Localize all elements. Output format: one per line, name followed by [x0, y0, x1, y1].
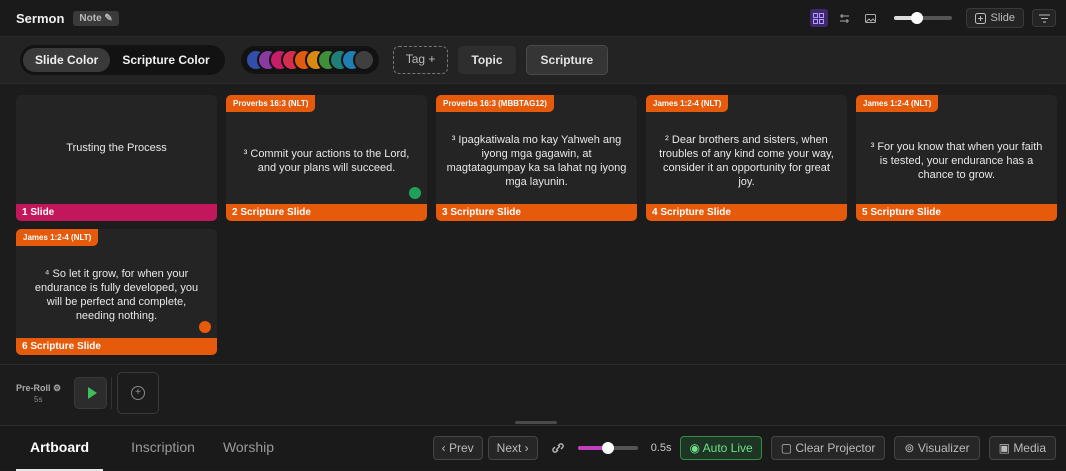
color-toolbar: Slide Color Scripture Color Tag + Topic … — [0, 37, 1066, 84]
slide-card[interactable]: Trusting the Process 1 Slide — [16, 95, 217, 221]
visualizer-button[interactable]: ⊚ Visualizer — [894, 436, 980, 460]
slide-text: Trusting the Process — [66, 142, 167, 154]
page-title: Sermon — [16, 10, 65, 26]
auto-live-label: Auto Live — [702, 441, 753, 455]
clear-projector-button[interactable]: ▢ Clear Projector — [770, 436, 886, 460]
slide-text: ³ Ipagkatiwala mo kay Yahweh ang iyong m… — [446, 134, 627, 188]
scripture-reference: James 1:2-4 (NLT) — [646, 95, 729, 112]
add-slide-button[interactable]: Slide — [965, 8, 1024, 28]
slide-text: ² Dear brothers and sisters, when troubl… — [659, 134, 834, 188]
resize-handle[interactable] — [515, 421, 557, 424]
note-badge[interactable]: Note ✎ — [73, 10, 119, 26]
top-bar: Sermon Note ✎ Slide — [0, 0, 1066, 37]
zoom-slider-knob[interactable] — [910, 12, 923, 24]
slide-color-tab[interactable]: Slide Color — [23, 48, 111, 72]
divider — [111, 377, 112, 409]
tab-artboard[interactable]: Artboard — [16, 426, 104, 471]
auto-live-button[interactable]: ◉ Auto Live — [680, 436, 762, 460]
topic-button[interactable]: Topic — [458, 46, 516, 74]
scripture-reference: James 1:2-4 (NLT) — [856, 95, 939, 112]
color-mode-toggle: Slide Color Scripture Color — [20, 45, 225, 75]
next-button[interactable]: Next › — [487, 436, 538, 460]
bottom-controls: ‹ Prev Next › 0.5s ◉ Auto Live ▢ Clear P… — [432, 436, 1066, 460]
media-label: Media — [1013, 441, 1046, 455]
visualizer-label: Visualizer — [917, 441, 970, 455]
prev-button[interactable]: ‹ Prev — [432, 436, 483, 460]
transition-speed-slider[interactable] — [577, 442, 638, 454]
slide-text: ⁴ So let it grow, for when your enduranc… — [34, 268, 199, 322]
slide-label: 3 Scripture Slide — [436, 204, 637, 221]
play-button[interactable] — [74, 377, 107, 409]
square-icon: ▢ — [780, 441, 793, 455]
scripture-color-tab[interactable]: Scripture Color — [110, 48, 221, 72]
play-icon — [87, 387, 97, 399]
status-dot — [199, 321, 211, 333]
slide-card[interactable]: James 1:2-4 (NLT) ⁴ So let it grow, for w… — [16, 229, 217, 355]
slide-card[interactable]: James 1:2-4 (NLT) ³ For you know that whe… — [856, 95, 1057, 221]
color-swatch[interactable] — [352, 49, 375, 71]
scripture-reference: Proverbs 16:3 (NLT) — [226, 95, 316, 112]
slide-card[interactable]: Proverbs 16:3 (NLT) ³ Commit your actions… — [226, 95, 427, 221]
clear-projector-label: Clear Projector — [795, 441, 876, 455]
speed-value: 0.5s — [650, 442, 672, 454]
media-button[interactable]: ▣ Media — [988, 436, 1056, 460]
plus-square-icon — [974, 12, 986, 24]
scripture-button[interactable]: Scripture — [525, 45, 609, 75]
grid-view-icon[interactable] — [809, 9, 828, 27]
speed-slider-knob[interactable] — [601, 442, 614, 454]
media-icon: ▣ — [998, 441, 1010, 455]
top-right-controls: Slide — [809, 8, 1056, 28]
plus-circle-icon: + — [131, 386, 145, 400]
add-preroll-button[interactable]: + — [117, 372, 159, 414]
eye-icon: ◉ — [689, 441, 700, 455]
slide-label: 5 Scripture Slide — [856, 204, 1057, 221]
preroll-bar: Pre-Roll ⚙ 5s + — [0, 364, 1066, 419]
slide-label: 2 Scripture Slide — [226, 204, 427, 221]
slide-text: ³ For you know that when your faith is t… — [870, 141, 1043, 181]
slide-label: 1 Slide — [16, 204, 217, 221]
slide-label: 6 Scripture Slide — [16, 338, 217, 355]
zoom-slider[interactable] — [893, 12, 952, 24]
slide-label: 4 Scripture Slide — [646, 204, 847, 221]
color-swatches — [240, 46, 379, 74]
scripture-reference: James 1:2-4 (NLT) — [16, 229, 99, 246]
bottom-bar: Artboard Inscription Worship ‹ Prev Next… — [0, 425, 1066, 471]
link-icon[interactable] — [551, 441, 565, 455]
slide-card[interactable]: Proverbs 16:3 (MBBTAG12) ³ Ipagkatiwala m… — [436, 95, 637, 221]
status-dot — [409, 187, 421, 199]
add-slide-label: Slide — [990, 12, 1015, 24]
filter-icon[interactable] — [1032, 9, 1056, 27]
scripture-reference: Proverbs 16:3 (MBBTAG12) — [436, 95, 554, 112]
slide-text: ³ Commit your actions to the Lord, and y… — [243, 148, 410, 174]
preroll-time: 5s — [34, 395, 43, 404]
broadcast-icon: ⊚ — [904, 441, 915, 455]
image-icon[interactable] — [862, 9, 880, 27]
tab-inscription[interactable]: Inscription — [131, 426, 195, 471]
preroll-label[interactable]: Pre-Roll ⚙ — [16, 383, 61, 394]
tab-worship[interactable]: Worship — [223, 426, 274, 471]
slide-card[interactable]: James 1:2-4 (NLT) ² Dear brothers and sis… — [646, 95, 847, 221]
reorder-icon[interactable] — [836, 9, 854, 27]
add-tag-button[interactable]: Tag + — [392, 46, 449, 74]
